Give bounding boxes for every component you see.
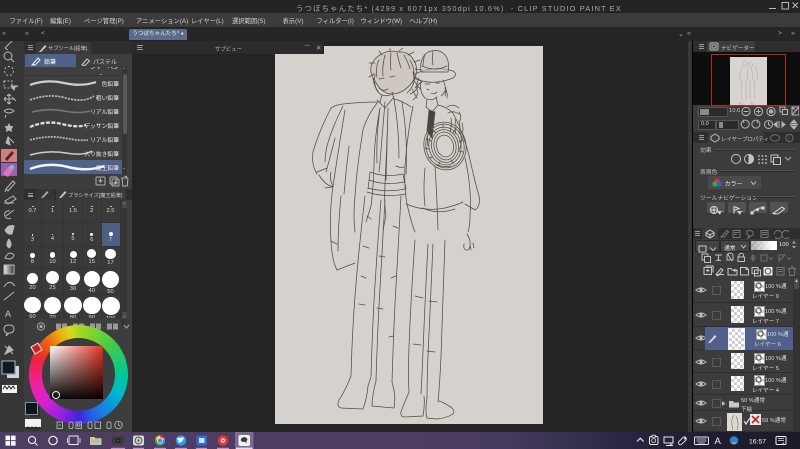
svg-text:i: i	[788, 137, 789, 143]
svg-text:A: A	[715, 436, 722, 447]
svg-text:A: A	[5, 309, 11, 319]
svg-text:16:57: 16:57	[749, 439, 766, 446]
